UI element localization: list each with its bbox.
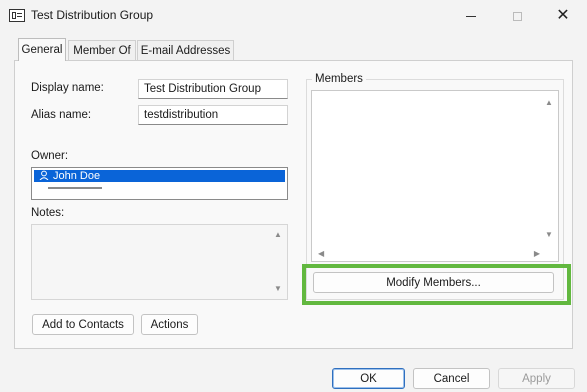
actions-button[interactable]: Actions (141, 314, 198, 335)
address-card-icon (9, 9, 25, 22)
owner-underline (48, 187, 102, 189)
display-name-field[interactable]: Test Distribution Group (138, 79, 288, 99)
scroll-right-icon[interactable]: ▶ (534, 249, 540, 259)
alias-name-field[interactable]: testdistribution (138, 105, 288, 125)
scroll-left-icon[interactable]: ◀ (318, 249, 324, 259)
notes-field[interactable]: ▲ ▼ (31, 224, 288, 300)
minimize-icon (466, 15, 476, 17)
add-to-contacts-button[interactable]: Add to Contacts (32, 314, 134, 335)
scroll-up-icon[interactable]: ▲ (274, 231, 282, 239)
cancel-button[interactable]: Cancel (413, 368, 490, 389)
maximize-button[interactable] (494, 0, 540, 32)
ok-button[interactable]: OK (332, 368, 405, 389)
close-icon: ✕ (556, 7, 570, 24)
notes-label: Notes: (31, 207, 65, 219)
alias-name-label: Alias name: (31, 109, 92, 121)
tab-email-addresses[interactable]: E-mail Addresses (137, 40, 234, 60)
tab-member-of[interactable]: Member Of (68, 40, 136, 60)
tab-general[interactable]: General (18, 38, 66, 61)
minimize-button[interactable] (448, 0, 494, 32)
owner-list[interactable]: John Doe (31, 167, 288, 200)
maximize-icon (512, 11, 522, 21)
display-name-label: Display name: (31, 82, 104, 94)
scroll-up-icon[interactable]: ▲ (545, 99, 553, 107)
window-title: Test Distribution Group (31, 8, 154, 22)
close-button[interactable]: ✕ (540, 0, 586, 32)
apply-button[interactable]: Apply (498, 368, 575, 389)
members-group-label: Members (312, 73, 366, 85)
owner-item[interactable]: John Doe (34, 170, 285, 182)
owner-label: Owner: (31, 150, 69, 162)
scroll-down-icon[interactable]: ▼ (274, 285, 282, 293)
notes-scrollbar[interactable]: ▲ ▼ (273, 227, 285, 297)
scroll-down-icon[interactable]: ▼ (545, 231, 553, 239)
owner-name: John Doe (53, 170, 101, 182)
members-vscrollbar[interactable]: ▲ ▼ (544, 93, 556, 259)
members-list[interactable]: ▲ ▼ ◀ ▶ (311, 90, 559, 262)
person-icon (37, 170, 51, 183)
members-hscrollbar[interactable]: ◀ ▶ (314, 249, 544, 259)
highlight-box (302, 264, 571, 305)
